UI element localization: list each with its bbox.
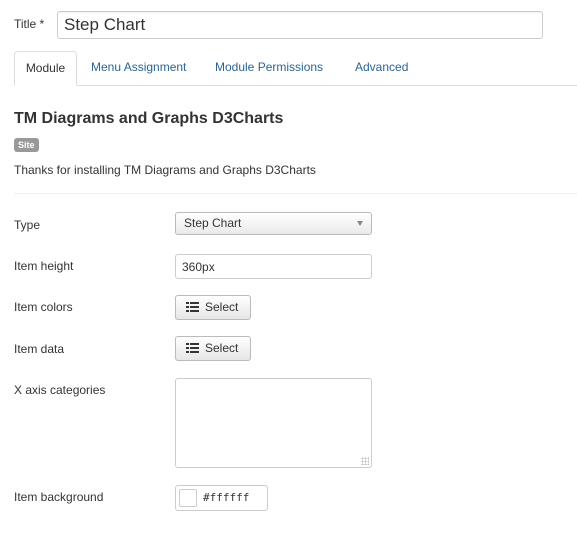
divider <box>14 193 577 194</box>
tab-module[interactable]: Module <box>14 51 77 86</box>
title-label: Title * <box>14 17 45 31</box>
item-background-color-field[interactable]: #ffffff <box>175 485 268 511</box>
item-background-label: Item background <box>14 490 104 504</box>
item-height-label: Item height <box>14 259 74 273</box>
item-background-value: #ffffff <box>203 491 250 504</box>
type-label: Type <box>14 218 41 232</box>
item-height-input[interactable] <box>175 254 372 279</box>
item-data-button-label: Select <box>205 341 239 355</box>
item-data-select-button[interactable]: Select <box>175 336 251 361</box>
x-axis-categories-label: X axis categories <box>14 383 106 397</box>
list-icon <box>186 302 199 312</box>
color-swatch[interactable] <box>179 489 197 507</box>
caret-down-icon <box>357 221 363 226</box>
item-colors-label: Item colors <box>14 300 73 314</box>
module-description: Thanks for installing TM Diagrams and Gr… <box>14 163 316 177</box>
title-row: Title * <box>14 11 544 41</box>
item-colors-button-label: Select <box>205 300 239 314</box>
type-select-value: Step Chart <box>184 216 242 230</box>
item-data-label: Item data <box>14 342 65 356</box>
title-input[interactable] <box>57 11 543 39</box>
x-axis-categories-textarea[interactable] <box>175 378 372 468</box>
tab-bar: Module Menu Assignment Module Permission… <box>14 51 577 86</box>
tab-menu-assignment[interactable]: Menu Assignment <box>91 51 186 85</box>
list-icon <box>186 343 199 353</box>
module-title: TM Diagrams and Graphs D3Charts <box>14 110 284 127</box>
tab-module-permissions[interactable]: Module Permissions <box>215 51 323 85</box>
site-badge: Site <box>14 138 39 152</box>
item-colors-select-button[interactable]: Select <box>175 295 251 320</box>
resize-grip-icon[interactable] <box>361 457 369 465</box>
tab-advanced[interactable]: Advanced <box>355 51 408 85</box>
type-select[interactable]: Step Chart <box>175 212 372 235</box>
